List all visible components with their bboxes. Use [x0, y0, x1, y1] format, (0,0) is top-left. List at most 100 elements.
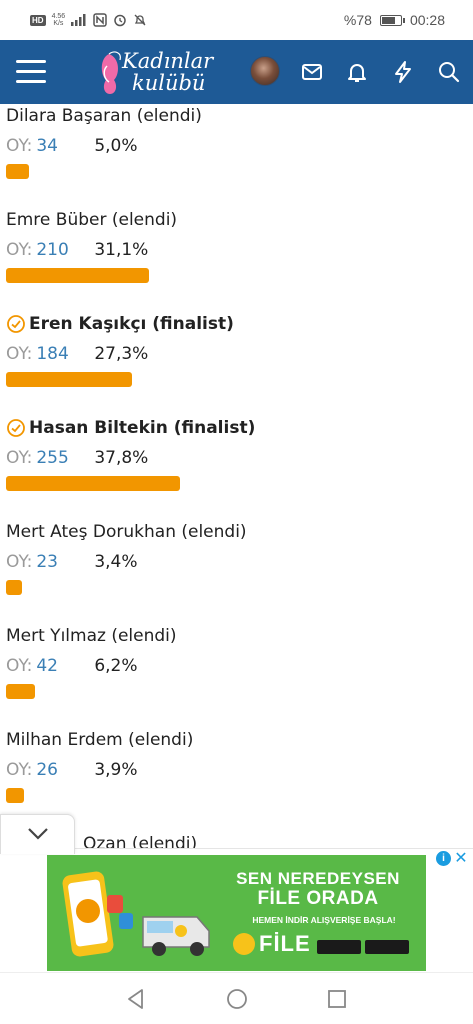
recents-icon[interactable] [325, 987, 349, 1011]
poll-option: Eren Kaşıkçı (finalist) OY: 184 27,3% [6, 314, 466, 387]
vote-bar [6, 476, 180, 491]
poll-option: Hasan Biltekin (finalist) OY: 255 37,8% [6, 418, 466, 491]
poll-option: Ozan (elendi) [83, 834, 473, 848]
brand-logo-icon [233, 933, 255, 955]
check-circle-icon [7, 315, 25, 333]
network-speed-value: 4.56 [51, 13, 66, 20]
alarm-icon [114, 14, 126, 27]
vote-count: 255 [36, 448, 69, 468]
vote-label: OY: [6, 552, 33, 572]
vote-percent: 3,4% [94, 552, 138, 572]
ad-headline-line-2: FİLE ORADA [257, 888, 379, 909]
search-icon[interactable] [437, 60, 461, 84]
check-circle-icon [7, 419, 25, 437]
network-speed-unit: K/s [53, 20, 64, 27]
status-right: %78 00:28 [344, 12, 445, 28]
vote-percent: 31,1% [94, 240, 149, 260]
vote-line: OY: 23 3,4% [6, 552, 466, 572]
poll-option: Dilara Başaran (elendi) OY: 34 5,0% [6, 106, 466, 179]
option-name: Dilara Başaran (elendi) [6, 106, 202, 126]
site-logo[interactable]: Kadınlar kulübü [94, 46, 224, 100]
vote-bar [6, 684, 35, 699]
battery-level [381, 16, 395, 24]
bell-icon[interactable] [345, 60, 369, 84]
vote-count: 26 [36, 760, 58, 780]
app-store-badge-icon[interactable] [317, 940, 361, 954]
vote-line: OY: 255 37,8% [6, 448, 466, 468]
google-play-badge-icon[interactable] [365, 940, 409, 954]
vote-bar [6, 372, 132, 387]
app-header: Kadınlar kulübü [0, 40, 473, 104]
option-name: Eren Kaşıkçı (finalist) [6, 314, 466, 334]
battery-percent: %78 [343, 12, 372, 28]
avatar[interactable] [250, 56, 280, 86]
menu-icon[interactable] [16, 60, 46, 84]
vote-bar [6, 268, 149, 283]
vote-label: OY: [6, 656, 33, 676]
vote-count: 42 [36, 656, 58, 676]
nfc-icon [93, 13, 107, 27]
mute-bell-icon [134, 14, 146, 26]
vote-percent: 5,0% [94, 136, 138, 156]
vote-line: OY: 210 31,1% [6, 240, 466, 260]
network-speed: 4.56 K/s [52, 13, 66, 27]
option-name: Mert Yılmaz (elendi) [6, 626, 177, 646]
option-name: Hasan Biltekin (finalist) [6, 418, 466, 438]
poll-option: Milhan Erdem (elendi) OY: 26 3,9% [6, 730, 466, 803]
vote-label: OY: [6, 136, 33, 156]
ad-headline-line-1: SEN NEREDEYSEN [236, 869, 400, 888]
back-icon[interactable] [124, 987, 148, 1011]
poll-results: Dilara Başaran (elendi) OY: 34 5,0% Emre… [0, 104, 473, 848]
vote-label: OY: [6, 240, 33, 260]
vote-bar [6, 164, 29, 179]
mail-icon[interactable] [300, 60, 324, 84]
vote-line: OY: 42 6,2% [6, 656, 466, 676]
phone-illustration-icon [62, 871, 210, 957]
option-name: Ozan (elendi) [83, 834, 198, 848]
chevron-down-icon [28, 828, 48, 840]
poll-option: Emre Büber (elendi) OY: 210 31,1% [6, 210, 466, 283]
ad-area: SEN NEREDEYSEN FİLE ORADA HEMEN İNDİR AL… [0, 848, 473, 972]
vote-percent: 37,8% [94, 448, 149, 468]
vote-label: OY: [6, 448, 33, 468]
vote-count: 184 [36, 344, 69, 364]
vote-line: OY: 34 5,0% [6, 136, 466, 156]
ad-brand: FİLE [259, 931, 311, 956]
vote-bar [6, 788, 24, 803]
vote-percent: 6,2% [94, 656, 138, 676]
ad-info-icon[interactable]: i [436, 851, 451, 866]
home-icon[interactable] [225, 987, 249, 1011]
vote-line: OY: 184 27,3% [6, 344, 466, 364]
option-name: Emre Büber (elendi) [6, 210, 178, 230]
signal-icon [71, 14, 86, 26]
clock: 00:28 [409, 12, 445, 28]
ad-subline: HEMEN İNDİR ALIŞVERİŞE BAŞLA! [252, 915, 396, 925]
status-bar: HD 4.56 K/s %78 00:28 [0, 0, 473, 40]
logo-line-1: Kadınlar [122, 49, 214, 73]
poll-option: Mert Yılmaz (elendi) OY: 42 6,2% [6, 626, 466, 699]
vote-percent: 3,9% [94, 760, 138, 780]
hd-badge: HD [30, 14, 46, 26]
poll-option: Mert Ateş Dorukhan (elendi) OY: 23 3,4% [6, 522, 466, 595]
logo-line-2: kulübü [132, 71, 206, 95]
vote-percent: 27,3% [94, 344, 149, 364]
vote-label: OY: [6, 344, 33, 364]
option-name: Milhan Erdem (elendi) [6, 730, 194, 750]
vote-count: 34 [36, 136, 58, 156]
lightning-icon[interactable] [391, 60, 415, 84]
option-name: Mert Ateş Dorukhan (elendi) [6, 522, 247, 542]
logo-text: Kadınlar kulübü [122, 50, 213, 94]
ad-banner[interactable]: SEN NEREDEYSEN FİLE ORADA HEMEN İNDİR AL… [47, 855, 426, 971]
vote-count: 210 [36, 240, 69, 260]
collapse-tab[interactable] [0, 814, 75, 854]
logo-mark-icon [101, 51, 121, 94]
vote-count: 23 [36, 552, 58, 572]
ad-headline: SEN NEREDEYSEN FİLE ORADA [223, 869, 413, 909]
battery-icon [379, 14, 405, 26]
vote-line: OY: 26 3,9% [6, 760, 466, 780]
ad-close-icon[interactable]: ✕ [453, 850, 469, 866]
system-nav-bar [0, 972, 473, 1024]
vote-bar [6, 580, 22, 595]
status-left: HD 4.56 K/s [30, 13, 147, 27]
vote-label: OY: [6, 760, 33, 780]
